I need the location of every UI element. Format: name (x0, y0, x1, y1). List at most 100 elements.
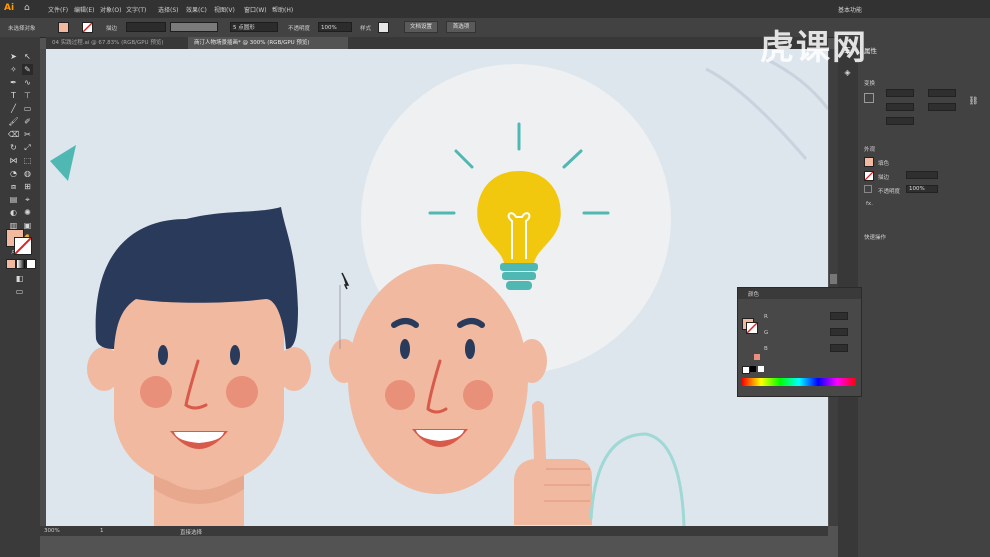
line-tool-icon[interactable]: ╱ (8, 103, 19, 114)
selection-tool-icon[interactable]: ➤ (8, 51, 19, 62)
rectangle-tool-icon[interactable]: ▭ (22, 103, 33, 114)
artboard-canvas[interactable] (46, 49, 828, 526)
menu-window[interactable]: 窗口(W) (244, 5, 267, 14)
bald-right-eye (465, 339, 475, 359)
document-setup-button[interactable]: 文档设置 (404, 21, 438, 33)
artboard-number[interactable]: 1 (100, 528, 104, 534)
shape-builder-icon[interactable]: ◔ (8, 168, 19, 179)
blue-channel-field[interactable] (830, 344, 848, 352)
scrollbar-thumb[interactable] (830, 274, 837, 284)
height-field[interactable] (928, 103, 956, 111)
direct-selection-tool-icon[interactable]: ↖ (22, 51, 33, 62)
perspective-grid-icon[interactable]: ⧈ (8, 181, 19, 192)
tools-panel: ➤ ↖ ✧ ✎ ✒ ∿ T ⊤ ╱ ▭ 🖌 ✐ ⌫ ✂ ↻ ⤢ ⋈ ⬚ ◔ ◍ … (0, 37, 40, 557)
document-tabs: 04 实践过程.ai @ 67.83% (RGB/GPU 预览) 商汀人物场景插… (46, 37, 828, 49)
tab-document-1[interactable]: 04 实践过程.ai @ 67.83% (RGB/GPU 预览) (46, 37, 186, 49)
width-tool-icon[interactable]: ⋈ (8, 155, 19, 166)
bald-left-cheek (385, 380, 415, 410)
stroke-color-icon[interactable] (14, 237, 32, 255)
appearance-fill-label: 填色 (878, 161, 890, 167)
color-spectrum[interactable] (742, 378, 856, 386)
teal-outline-shape (589, 432, 686, 526)
eyedropper-tool-icon[interactable]: ⌖ (22, 194, 33, 205)
appearance-opacity-field[interactable]: 100% (906, 185, 938, 193)
symbol-sprayer-icon[interactable]: ✺ (22, 207, 33, 218)
stroke-weight-field[interactable] (126, 22, 166, 32)
gradient-tool-icon[interactable]: ▤ (8, 194, 19, 205)
blue-channel-label: B (764, 346, 768, 352)
variable-width-field[interactable] (170, 22, 218, 32)
constrain-proportions-icon[interactable]: ⛓ (968, 95, 979, 106)
pen-tool-icon[interactable]: ✒ (8, 77, 19, 88)
draw-mode-icon[interactable]: ◧ (14, 273, 25, 284)
menu-effect[interactable]: 效果(C) (186, 5, 207, 14)
appearance-title: 外观 (864, 147, 876, 153)
blend-tool-icon[interactable]: ◐ (8, 207, 19, 218)
touch-type-icon[interactable]: ⊤ (22, 90, 33, 101)
screen-mode-icon[interactable]: ▭ (14, 286, 25, 297)
bald-right-cheek (463, 380, 493, 410)
free-transform-icon[interactable]: ⬚ (22, 155, 33, 166)
preferences-button[interactable]: 首选项 (446, 21, 476, 33)
bald-head (348, 264, 528, 494)
opacity-field[interactable]: 100% (318, 22, 352, 32)
stroke-swatch[interactable] (82, 22, 93, 33)
workspace-switcher[interactable]: 基本功能 (838, 5, 862, 14)
teal-triangle (50, 145, 76, 181)
menu-view[interactable]: 视图(V) (214, 5, 235, 14)
width-field[interactable] (928, 89, 956, 97)
green-channel-field[interactable] (830, 328, 848, 336)
color-panel-title: 颜色 (748, 292, 760, 298)
appearance-fill-swatch[interactable] (864, 157, 874, 167)
menu-select[interactable]: 选择(S) (158, 5, 179, 14)
rotate-field[interactable] (886, 117, 914, 125)
none-swatch[interactable] (742, 366, 750, 374)
gradient-mode-icon[interactable] (16, 259, 26, 269)
live-paint-icon[interactable]: ◍ (22, 168, 33, 179)
menu-object[interactable]: 对象(O) (100, 5, 121, 14)
black-swatch[interactable] (750, 366, 756, 372)
menu-type[interactable]: 文字(T) (126, 5, 146, 14)
fill-swatch[interactable] (58, 22, 69, 33)
menu-bar: Ai ⌂ 文件(F) 编辑(E) 对象(O) 文字(T) 选择(S) 效果(C)… (0, 0, 990, 18)
menu-file[interactable]: 文件(F) (48, 5, 68, 14)
mesh-tool-icon[interactable]: ⊞ (22, 181, 33, 192)
stroke-weight-input[interactable] (906, 171, 938, 179)
style-swatch[interactable] (378, 22, 389, 33)
status-bar: 300% 1 直接选择 (40, 526, 828, 536)
color-panel-header[interactable]: 颜色 (738, 288, 861, 299)
rotate-tool-icon[interactable]: ↻ (8, 142, 19, 153)
man-left-cheek (140, 376, 172, 408)
y-field[interactable] (886, 103, 914, 111)
color-panel-stroke-swatch[interactable] (746, 322, 758, 334)
magic-wand-icon[interactable]: ✧ (8, 64, 19, 75)
appearance-opacity-label: 不透明度 (878, 189, 901, 195)
pencil-cursor-icon (341, 272, 350, 290)
x-field[interactable] (886, 89, 914, 97)
red-channel-field[interactable] (830, 312, 848, 320)
watermark-logo: 虎课网 (760, 28, 868, 68)
eraser-tool-icon[interactable]: ⌫ (8, 129, 19, 140)
scale-tool-icon[interactable]: ⤢ (22, 142, 33, 153)
tab-document-2[interactable]: 商汀人物场景插画* @ 300% (RGB/GPU 预览) (188, 37, 348, 49)
out-of-gamut-swatch[interactable] (754, 354, 760, 360)
appearance-stroke-swatch[interactable] (864, 171, 874, 181)
none-mode-icon[interactable] (26, 259, 36, 269)
reference-point-icon[interactable] (864, 93, 874, 103)
layers-icon[interactable]: ◈ (842, 67, 853, 78)
white-swatch[interactable] (758, 366, 764, 372)
menu-help[interactable]: 帮助(H) (272, 5, 293, 14)
type-tool-icon[interactable]: T (8, 90, 19, 101)
shaper-tool-icon[interactable]: ✐ (22, 116, 33, 127)
scissors-tool-icon[interactable]: ✂ (22, 129, 33, 140)
brush-tool-icon[interactable]: 🖌 (8, 116, 19, 127)
green-channel-label: G (764, 330, 769, 336)
curvature-tool-icon[interactable]: ∿ (22, 77, 33, 88)
fx-button[interactable]: fx. (866, 201, 873, 207)
color-mode-icon[interactable] (6, 259, 16, 269)
brush-select[interactable]: 5 点圆形 (230, 22, 278, 32)
menu-edit[interactable]: 编辑(E) (74, 5, 94, 14)
zoom-level[interactable]: 300% (44, 528, 60, 534)
pencil-tool-icon[interactable]: ✎ (22, 64, 33, 75)
home-icon[interactable]: ⌂ (24, 3, 34, 13)
